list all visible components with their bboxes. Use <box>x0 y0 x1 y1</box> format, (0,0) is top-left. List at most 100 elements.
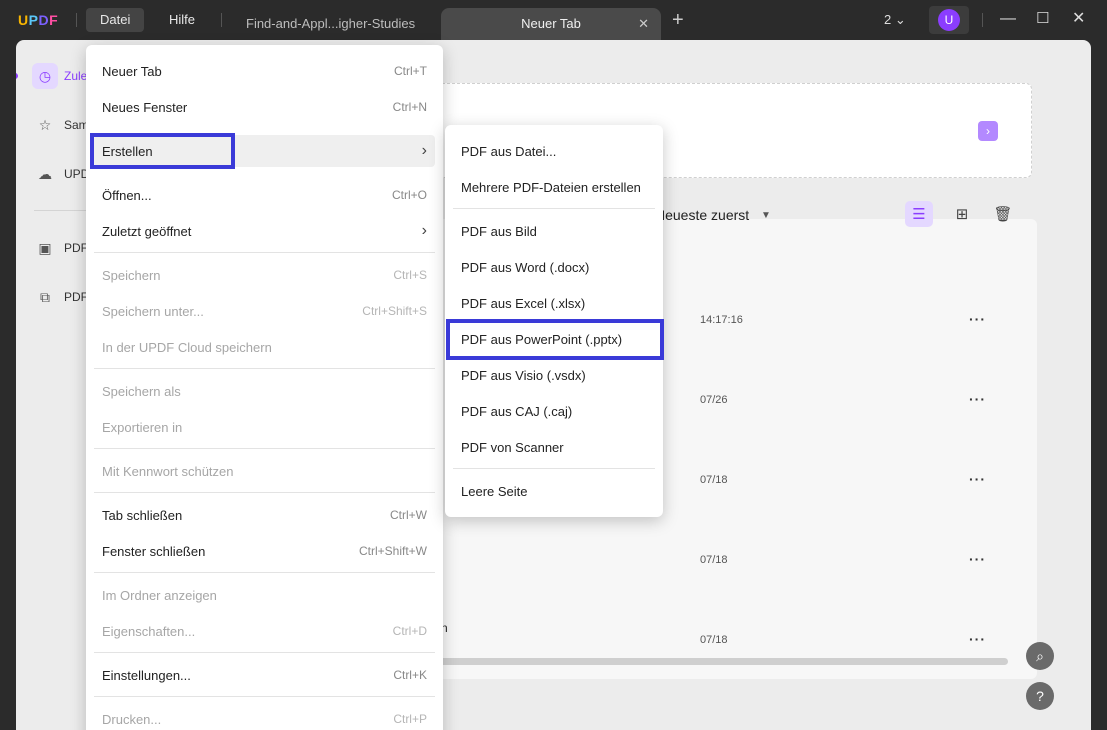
sidebar-item-pdf-tools[interactable]: ▣ PDF <box>32 235 88 261</box>
menu-divider <box>94 652 435 653</box>
star-icon: ☆ <box>38 116 52 133</box>
window-count[interactable]: 2 ⌄ <box>884 12 906 28</box>
chevron-right-icon[interactable]: › <box>978 121 998 141</box>
maximize-icon[interactable]: ☐ <box>1036 10 1049 28</box>
chevron-down-icon: ⌄ <box>894 12 906 27</box>
menu-divider <box>94 572 435 573</box>
highlight-box-powerpoint <box>446 319 664 360</box>
menu-item-shortcut: Ctrl+K <box>393 668 427 682</box>
sidebar-item-pdf-batch[interactable]: ⧉ PDF <box>32 284 88 310</box>
add-tab-icon[interactable]: + <box>672 10 684 30</box>
submenu-item-from-excel[interactable]: PDF aus Excel (.xlsx) <box>453 287 655 319</box>
sidebar-item-label: PDF <box>64 241 88 255</box>
window-count-value: 2 <box>884 12 892 27</box>
menu-item-label: Im Ordner anzeigen <box>102 587 217 603</box>
menu-item-properties[interactable]: Eigenschaften... Ctrl+D <box>94 615 435 647</box>
row-time: 07/18 <box>700 634 728 646</box>
menu-item-label: Neues Fenster <box>102 99 188 115</box>
row-time: 14:17:16 <box>700 314 743 326</box>
submenu-item-from-scanner[interactable]: PDF von Scanner <box>453 431 655 463</box>
menu-item-label: Exportieren in <box>102 419 183 435</box>
menu-item-label: Mit Kennwort schützen <box>102 463 234 479</box>
submenu-item-batch-create[interactable]: Mehrere PDF-Dateien erstellen <box>453 171 655 203</box>
menu-divider <box>94 696 435 697</box>
submenu-item-from-visio[interactable]: PDF aus Visio (.vsdx) <box>453 359 655 391</box>
menu-item-shortcut: Ctrl+P <box>393 712 427 726</box>
menu-item-open[interactable]: Öffnen... Ctrl+O <box>94 179 435 211</box>
menu-item-password[interactable]: Mit Kennwort schützen <box>94 455 435 487</box>
menu-divider <box>453 208 655 209</box>
menu-item-close-tab[interactable]: Tab schließen Ctrl+W <box>94 499 435 531</box>
menu-item-close-window[interactable]: Fenster schließen Ctrl+Shift+W <box>94 535 435 567</box>
chevron-right-icon: › <box>421 222 427 239</box>
menu-item-settings[interactable]: Einstellungen... Ctrl+K <box>94 659 435 691</box>
sidebar-item-starred[interactable]: ☆ Sam <box>32 112 89 138</box>
sidebar-item-label: PDF <box>64 290 88 304</box>
more-options-icon[interactable]: ··· <box>969 311 986 327</box>
menu-item-shortcut: Ctrl+S <box>393 268 427 282</box>
menu-item-new-tab[interactable]: Neuer Tab Ctrl+T <box>94 55 435 87</box>
menu-item-export[interactable]: Exportieren in <box>94 411 435 443</box>
trash-icon[interactable]: 🗑 <box>989 201 1017 227</box>
menu-item-save-as[interactable]: Speichern unter... Ctrl+Shift+S <box>94 295 435 327</box>
menu-hilfe[interactable]: Hilfe <box>155 8 209 32</box>
updf-logo: UPDF <box>18 12 59 28</box>
help-icon[interactable]: ? <box>1026 682 1054 710</box>
menu-item-label: Speichern <box>102 267 161 283</box>
menu-item-show-in-folder[interactable]: Im Ordner anzeigen <box>94 579 435 611</box>
submenu-item-from-word[interactable]: PDF aus Word (.docx) <box>453 251 655 283</box>
avatar-initial: U <box>938 9 960 31</box>
sort-dropdown[interactable]: Neueste zuerst <box>655 207 749 223</box>
menu-datei[interactable]: Datei <box>86 8 145 32</box>
sidebar-item-recent[interactable]: ◷ Zule <box>32 63 87 89</box>
submenu-item-from-file[interactable]: PDF aus Datei... <box>453 135 655 167</box>
caret-down-icon[interactable]: ▼ <box>761 210 771 221</box>
menu-divider <box>94 448 435 449</box>
menu-item-save-as-format[interactable]: Speichern als <box>94 375 435 407</box>
menu-item-label: Zuletzt geöffnet <box>102 223 192 239</box>
list-view-icon[interactable]: ☰ <box>905 201 933 227</box>
sidebar-item-cloud[interactable]: ☁ UPD <box>32 161 89 187</box>
tab-label: Neuer Tab <box>521 16 581 31</box>
menu-item-label: Einstellungen... <box>102 667 191 683</box>
more-options-icon[interactable]: ··· <box>969 631 986 647</box>
menu-item-shortcut: Ctrl+T <box>394 64 427 78</box>
menu-divider <box>94 492 435 493</box>
submenu-item-from-image[interactable]: PDF aus Bild <box>453 215 655 247</box>
more-options-icon[interactable]: ··· <box>969 471 986 487</box>
avatar[interactable]: U <box>929 6 969 34</box>
close-window-icon[interactable]: ✕ <box>1072 10 1085 28</box>
menu-item-shortcut: Ctrl+N <box>392 100 427 114</box>
sidebar-item-label: Sam <box>64 118 89 132</box>
cloud-icon: ☁ <box>38 165 52 182</box>
menu-item-save[interactable]: Speichern Ctrl+S <box>94 259 435 291</box>
menu-item-recent[interactable]: Zuletzt geöffnet › <box>94 215 435 247</box>
menu-item-shortcut: Ctrl+Shift+W <box>358 544 427 558</box>
menu-item-shortcut: Ctrl+Shift+S <box>362 304 427 318</box>
tab-document[interactable]: Find-and-Appl...igher-Studies <box>246 8 431 40</box>
highlight-box-create <box>90 133 235 169</box>
menu-item-print[interactable]: Drucken... Ctrl+P <box>94 703 435 730</box>
menu-item-label: Speichern unter... <box>102 303 204 319</box>
grid-view-icon[interactable]: ⊞ <box>948 201 976 227</box>
clock-icon: ◷ <box>32 63 58 89</box>
title-separator <box>982 13 983 27</box>
chevron-right-icon: › <box>421 142 427 159</box>
tab-new-tab[interactable]: Neuer Tab ✕ <box>441 8 661 40</box>
briefcase-icon: ▣ <box>38 239 52 256</box>
menu-item-label: Öffnen... <box>102 187 152 203</box>
menu-item-save-cloud[interactable]: In der UPDF Cloud speichern <box>94 331 435 363</box>
more-options-icon[interactable]: ··· <box>969 391 986 407</box>
menu-item-new-window[interactable]: Neues Fenster Ctrl+N <box>94 91 435 123</box>
submenu-item-from-caj[interactable]: PDF aus CAJ (.caj) <box>453 395 655 427</box>
close-tab-icon[interactable]: ✕ <box>638 8 649 40</box>
menu-item-label: Speichern als <box>102 383 181 399</box>
menu-item-shortcut: Ctrl+D <box>392 624 427 638</box>
menu-item-label: In der UPDF Cloud speichern <box>102 339 272 355</box>
horizontal-scrollbar[interactable] <box>420 658 1008 665</box>
search-icon[interactable]: ⌕ <box>1026 642 1054 670</box>
submenu-item-blank-page[interactable]: Leere Seite <box>453 475 655 507</box>
more-options-icon[interactable]: ··· <box>969 551 986 567</box>
minimize-icon[interactable]: — <box>1000 10 1016 28</box>
menu-divider <box>94 368 435 369</box>
